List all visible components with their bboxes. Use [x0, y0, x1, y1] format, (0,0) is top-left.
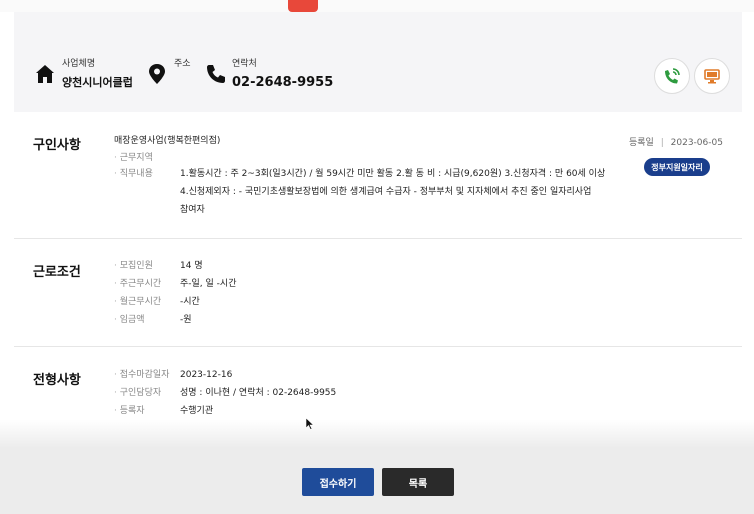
mouse-cursor-icon: [306, 418, 314, 430]
reg-date: 2023-06-05: [670, 138, 723, 148]
divider: [14, 346, 742, 347]
business-info-box: 사업체명 양천시니어클럽 주소 연락처 02-2648-9955: [14, 12, 742, 112]
duty-line-2: 4.신청제외자 : - 국민기초생활보장법에 의한 생계급여 수급자 - 정부부…: [180, 187, 592, 197]
address-item: 주소: [146, 58, 191, 86]
work-area-label: 근무지역: [114, 152, 180, 164]
duty-line-1: 1.활동시간 : 주 2~3회(일3시간) / 월 59시간 미만 활동 2.활…: [180, 169, 606, 179]
registrant-label: 등록자: [114, 405, 180, 417]
deadline-value: 2023-12-16: [180, 370, 233, 380]
recruit-row-duty: 직무내용 1.활동시간 : 주 2~3회(일3시간) / 월 59시간 미만 활…: [114, 168, 606, 180]
deadline-label: 접수마감일자: [114, 369, 180, 381]
manager-value: 성명 : 이나현 / 연락처 : 02-2648-9955: [180, 388, 337, 398]
apply-button[interactable]: 접수하기: [302, 468, 374, 496]
screening-row: 등록자 수행기관: [114, 405, 213, 417]
contact-label: 연락처: [232, 59, 257, 69]
gov-support-badge: 정부지원일자리: [644, 158, 710, 176]
title-badge: [288, 0, 318, 12]
conditions-row: 월근무시간 -시간: [114, 296, 200, 308]
duty-line-3: 참여자: [180, 205, 205, 215]
phone-icon: [207, 65, 225, 83]
monthly-hours-value: -시간: [180, 297, 200, 307]
registrant-value: 수행기관: [180, 406, 214, 416]
monitor-icon: [704, 69, 720, 84]
top-title-strip: [0, 0, 754, 12]
recruit-count-label: 모집인원: [114, 260, 180, 272]
conditions-row: 모집인원 14 명: [114, 260, 203, 272]
weekly-hours-value: 주-일, 일 -시간: [180, 279, 237, 289]
recruit-business-value: 매장운영사업(행복한편의점): [114, 136, 221, 146]
recruit-row-duty-3: 참여자: [180, 204, 205, 216]
contact-item: 연락처 02-2648-9955: [204, 58, 333, 90]
screening-row: 구인담당자 성명 : 이나현 / 연락처 : 02-2648-9955: [114, 387, 337, 399]
home-icon: [36, 65, 54, 83]
phone-ringing-icon: [665, 68, 680, 84]
call-button[interactable]: [654, 58, 690, 94]
conditions-title: 근로조건: [33, 265, 81, 280]
location-pin-icon: [149, 64, 165, 84]
recruit-row-duty-2: 4.신청제외자 : - 국민기초생활보장법에 의한 생계급여 수급자 - 정부부…: [180, 186, 591, 198]
monthly-hours-label: 월근무시간: [114, 296, 180, 308]
address-label: 주소: [174, 59, 191, 69]
registration-date: 등록일 | 2023-06-05: [629, 138, 723, 148]
recruit-count-value: 14 명: [180, 261, 203, 271]
contact-value: 02-2648-9955: [232, 75, 334, 90]
divider: [14, 238, 742, 239]
reg-label: 등록일: [629, 138, 654, 148]
screening-row: 접수마감일자 2023-12-16: [114, 369, 233, 381]
wage-label: 임금액: [114, 314, 180, 326]
bottom-fade-overlay: [0, 420, 754, 514]
conditions-row: 주근무시간 주-일, 일 -시간: [114, 278, 237, 290]
recruit-row-area: 근무지역: [114, 152, 180, 164]
manager-label: 구인담당자: [114, 387, 180, 399]
wage-value: -원: [180, 315, 192, 325]
conditions-row: 임금액 -원: [114, 314, 192, 326]
business-label: 사업체명: [62, 59, 96, 69]
recruit-row-business: 매장운영사업(행복한편의점): [114, 135, 220, 147]
business-value: 양천시니어클럽: [62, 76, 133, 89]
weekly-hours-label: 주근무시간: [114, 278, 180, 290]
business-name-item: 사업체명 양천시니어클럽: [34, 58, 133, 90]
list-button[interactable]: 목록: [382, 468, 454, 496]
homepage-button[interactable]: [694, 58, 730, 94]
screening-title: 전형사항: [33, 373, 81, 388]
duty-label: 직무내용: [114, 168, 180, 180]
recruit-title: 구인사항: [33, 138, 81, 153]
